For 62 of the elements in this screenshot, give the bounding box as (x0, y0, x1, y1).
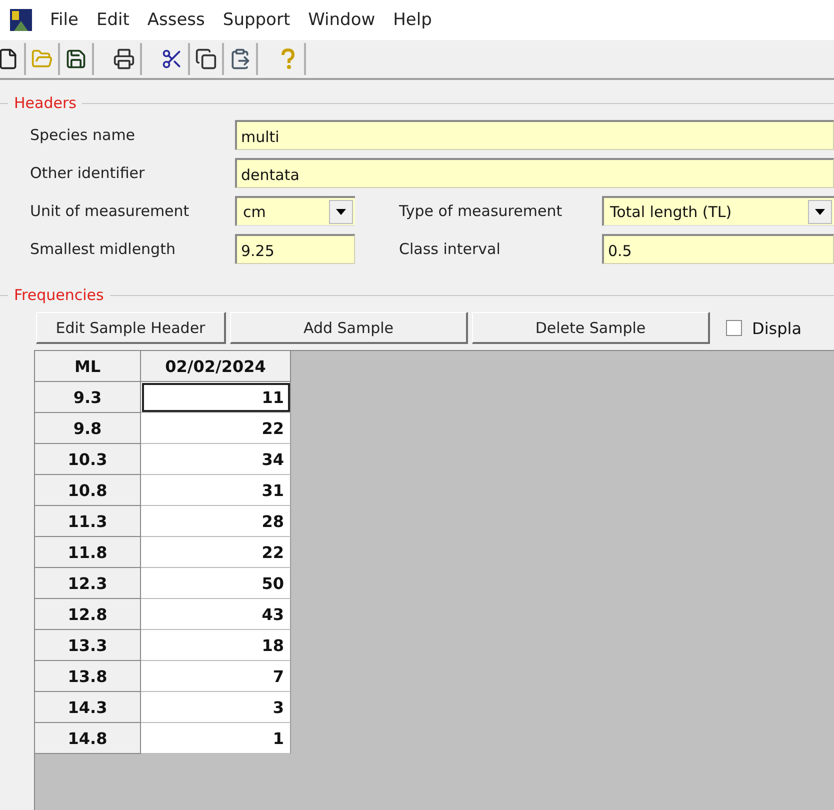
input-field[interactable]: dentata (235, 158, 834, 188)
input-field[interactable]: multi (235, 120, 834, 150)
field-label: Class interval (398, 240, 502, 258)
copy-icon (195, 48, 217, 70)
table-cell[interactable]: 18 (141, 630, 291, 661)
table-cell[interactable]: 22 (141, 537, 291, 568)
field-label: Species name (30, 126, 136, 144)
menu-item[interactable]: Window (308, 10, 376, 30)
row-header: 13.8 (35, 661, 141, 692)
row-header: 11.8 (35, 537, 141, 568)
scissors-icon (161, 48, 183, 70)
row-header: 14.8 (35, 723, 141, 754)
toolbar-button[interactable] (0, 43, 26, 75)
printer-icon (113, 48, 135, 70)
table-cell[interactable]: 3 (141, 692, 291, 723)
field-label: Smallest midlength (30, 240, 176, 258)
row-header: 9.3 (35, 382, 141, 413)
input-field[interactable]: 9.25 (235, 234, 355, 264)
section-title: Frequencies (14, 286, 104, 304)
app-logo-icon (10, 9, 32, 31)
column-header: 02/02/2024 (141, 351, 291, 382)
field-label: Other identifier (30, 164, 146, 182)
table-cell[interactable]: 50 (141, 568, 291, 599)
menu-item[interactable]: File (50, 10, 78, 30)
table-cell[interactable]: 1 (141, 723, 291, 754)
checkbox[interactable] (726, 320, 742, 336)
field-label: Type of measurement (398, 202, 564, 220)
dropdown[interactable]: cm (235, 196, 355, 226)
row-header: 11.3 (35, 506, 141, 537)
row-header: 14.3 (35, 692, 141, 723)
table-cell[interactable]: 31 (141, 475, 291, 506)
table-cell[interactable]: 28 (141, 506, 291, 537)
document-icon (0, 48, 19, 70)
push-button[interactable]: Edit Sample Header (36, 312, 226, 344)
row-header: 10.3 (35, 444, 141, 475)
row-header: 10.8 (35, 475, 141, 506)
caret-icon (336, 208, 346, 214)
clipboard-icon (229, 48, 251, 70)
section-title: Headers (14, 94, 76, 112)
row-header: 12.3 (35, 568, 141, 599)
menu-item[interactable]: Assess (147, 10, 205, 30)
table-cell[interactable]: 11 (141, 382, 291, 413)
table-cell[interactable]: 7 (141, 661, 291, 692)
help-icon (280, 48, 296, 70)
caret-icon (815, 208, 825, 214)
dropdown[interactable]: Total length (TL) (602, 196, 834, 226)
menu-item[interactable]: Edit (96, 10, 130, 30)
field-label: Unit of measurement (30, 202, 190, 220)
folder-icon (31, 48, 53, 70)
column-header: ML (35, 351, 141, 382)
push-button[interactable]: Delete Sample (472, 312, 710, 344)
push-button[interactable]: Add Sample (230, 312, 468, 344)
checkbox-label: Displa (752, 318, 802, 338)
row-header: 13.3 (35, 630, 141, 661)
row-header: 12.8 (35, 599, 141, 630)
input-field[interactable]: 0.5 (602, 234, 834, 264)
menu-item[interactable]: Help (393, 10, 432, 30)
menu-item[interactable]: Support (222, 10, 290, 30)
row-header: 9.8 (35, 413, 141, 444)
table-cell[interactable]: 34 (141, 444, 291, 475)
table-cell[interactable]: 22 (141, 413, 291, 444)
table-cell[interactable]: 43 (141, 599, 291, 630)
